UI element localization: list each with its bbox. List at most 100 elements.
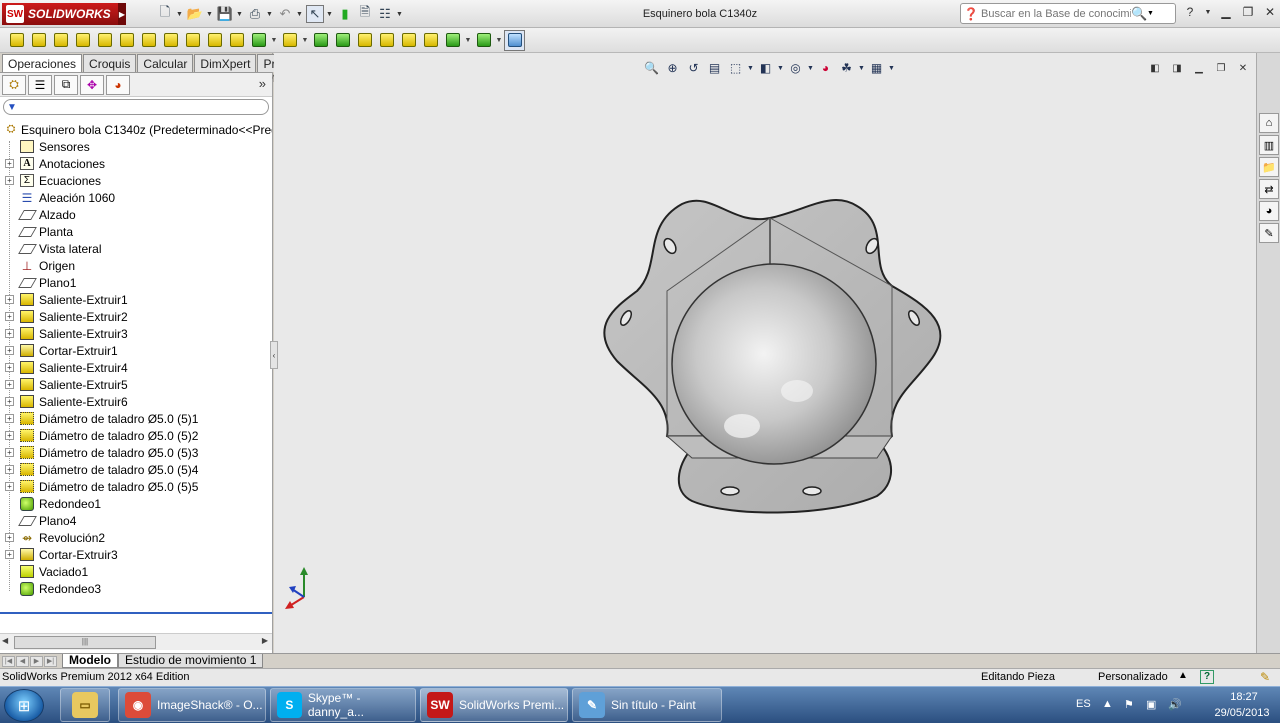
taskbar-window-button[interactable]: ◉ ImageShack® - O... <box>118 688 266 722</box>
taskbar-window-button[interactable]: S Skype™ - danny_a... <box>270 688 416 722</box>
revolve-boss-icon[interactable] <box>28 30 49 51</box>
lofted-cut-icon[interactable] <box>204 30 225 51</box>
tree-item[interactable]: Plano1 <box>0 274 272 291</box>
tree-horizontal-scrollbar[interactable]: ◀ ||| ▶ <box>0 633 272 650</box>
zoom-to-fit-icon[interactable]: 🔍 <box>642 59 661 77</box>
tree-item[interactable]: + Cortar-Extruir1 <box>0 342 272 359</box>
expand-icon[interactable]: + <box>5 431 14 440</box>
configuration-manager-tab-icon[interactable]: ⧉ <box>54 74 78 95</box>
chevron-down-icon[interactable]: ▼ <box>326 11 334 18</box>
chevron-down-icon[interactable]: ▼ <box>858 59 865 77</box>
chevron-up-icon[interactable]: ▲ <box>1178 670 1188 681</box>
chevron-down-icon[interactable]: ▼ <box>464 37 472 44</box>
tree-item[interactable]: + Saliente-Extruir4 <box>0 359 272 376</box>
chevron-down-icon[interactable]: ▼ <box>236 11 244 18</box>
help-status-icon[interactable]: ? <box>1200 670 1214 684</box>
restore-icon[interactable]: ❐ <box>1240 4 1256 20</box>
scroll-left-icon[interactable]: ◀ <box>2 636 8 645</box>
split-right-icon[interactable]: ◨ <box>1170 61 1184 75</box>
tree-item[interactable]: Redondeo3 <box>0 580 272 597</box>
boundary-cut-icon[interactable] <box>226 30 247 51</box>
reference-geometry-icon[interactable] <box>442 30 463 51</box>
menu-expand-icon[interactable]: ▶ <box>118 3 126 25</box>
search-icon[interactable]: 🔍 <box>1131 6 1147 22</box>
feature-manager-tab-icon[interactable]: ⛭ <box>2 74 26 95</box>
panel-collapse-handle[interactable]: ‹ <box>270 341 278 369</box>
chevron-down-icon[interactable]: ▼ <box>888 59 895 77</box>
expand-icon[interactable]: + <box>5 380 14 389</box>
chevron-down-icon[interactable]: ▼ <box>206 11 214 18</box>
display-style-icon[interactable]: ◧ <box>756 59 775 77</box>
section-view-icon[interactable]: ▤ <box>705 59 724 77</box>
tab-estudio-movimiento[interactable]: Estudio de movimiento 1 <box>118 654 264 668</box>
tree-item[interactable]: + Diámetro de taladro Ø5.0 (5)2 <box>0 427 272 444</box>
tree-item[interactable]: + Cortar-Extruir3 <box>0 546 272 563</box>
hole-wizard-icon[interactable] <box>138 30 159 51</box>
language-indicator[interactable]: ES <box>1076 698 1091 710</box>
print-icon[interactable]: ⎙ <box>246 5 264 23</box>
chevron-down-icon[interactable]: ▼ <box>495 37 503 44</box>
file-properties-icon[interactable]: 🗎 <box>356 4 374 23</box>
start-button[interactable]: ⊞ <box>4 689 44 722</box>
wrap-icon[interactable] <box>376 30 397 51</box>
help-icon[interactable]: ? <box>1182 4 1198 20</box>
tab-dimxpert[interactable]: DimXpert <box>194 54 257 72</box>
apply-scene-icon[interactable]: ☘ <box>837 59 856 77</box>
tree-item[interactable]: + Saliente-Extruir6 <box>0 393 272 410</box>
split-left-icon[interactable]: ◧ <box>1148 61 1162 75</box>
close-icon[interactable]: ✕ <box>1262 4 1278 20</box>
intersect-icon[interactable] <box>398 30 419 51</box>
tree-item[interactable]: ☰ Aleación 1060 <box>0 189 272 206</box>
chevron-down-icon[interactable]: ▼ <box>301 37 309 44</box>
file-explorer-icon[interactable]: 📁 <box>1259 157 1279 177</box>
options-icon[interactable]: ☷ <box>376 5 394 23</box>
close-icon[interactable]: ✕ <box>1236 61 1250 75</box>
clock-date[interactable]: 29/05/2013 <box>1202 707 1280 719</box>
volume-icon[interactable]: 🔊 <box>1168 698 1182 711</box>
scroll-right-icon[interactable]: ▶ <box>262 636 268 645</box>
loft-boss-icon[interactable] <box>72 30 93 51</box>
taskbar-window-button[interactable]: SW SolidWorks Premi... <box>420 688 568 722</box>
tree-item[interactable]: + Σ Ecuaciones <box>0 172 272 189</box>
undo-icon[interactable]: ↶ <box>276 5 294 23</box>
tab-modelo[interactable]: Modelo <box>62 654 118 668</box>
tree-item[interactable]: Plano4 <box>0 512 272 529</box>
tree-item[interactable]: Redondeo1 <box>0 495 272 512</box>
next-tab-icon[interactable]: ▶ <box>30 655 43 667</box>
minimize-icon[interactable]: ▁ <box>1218 4 1234 20</box>
draft-icon[interactable] <box>332 30 353 51</box>
tree-item[interactable]: Vista lateral <box>0 240 272 257</box>
tree-item[interactable]: Alzado <box>0 206 272 223</box>
tree-item[interactable]: + Saliente-Extruir5 <box>0 376 272 393</box>
expand-icon[interactable]: + <box>5 363 14 372</box>
view-palette-icon[interactable]: ⇄ <box>1259 179 1279 199</box>
tree-item[interactable]: + ⇴ Revolución2 <box>0 529 272 546</box>
tree-item[interactable]: + Saliente-Extruir1 <box>0 291 272 308</box>
tree-item[interactable]: + Diámetro de taladro Ø5.0 (5)5 <box>0 478 272 495</box>
expand-icon[interactable]: + <box>5 176 14 185</box>
appearances-icon[interactable]: ◕ <box>1259 201 1279 221</box>
property-manager-tab-icon[interactable]: ☰ <box>28 74 52 95</box>
new-document-icon[interactable]: 🗋 <box>156 4 174 23</box>
graphics-area[interactable]: ‹ 🔍 ⊕ ↺ ▤ ⬚ ▼ ◧ ▼ ◎ ▼ ◕ ☘ ▼ ▦ ▼ ◧ ◨ ▁ ❐ ✕ <box>270 53 1256 653</box>
rebuild-icon[interactable]: ▮ <box>336 5 354 23</box>
first-tab-icon[interactable]: |◀ <box>2 655 15 667</box>
rebuild-status-icon[interactable]: ✎ <box>1260 670 1270 684</box>
curves-icon[interactable] <box>473 30 494 51</box>
tree-item[interactable]: + A Anotaciones <box>0 155 272 172</box>
solidworks-resources-icon[interactable]: ⌂ <box>1259 113 1279 133</box>
custom-properties-icon[interactable]: ✎ <box>1259 223 1279 243</box>
save-icon[interactable]: 💾 <box>216 5 234 23</box>
expand-icon[interactable]: + <box>5 550 14 559</box>
tray-expand-icon[interactable]: ▲ <box>1102 698 1113 710</box>
extrude-boss-icon[interactable] <box>6 30 27 51</box>
design-library-icon[interactable]: ▥ <box>1259 135 1279 155</box>
shell-icon[interactable] <box>354 30 375 51</box>
chevron-down-icon[interactable]: ▼ <box>266 11 274 18</box>
rib-icon[interactable] <box>310 30 331 51</box>
tree-item[interactable]: + Diámetro de taladro Ø5.0 (5)1 <box>0 410 272 427</box>
view-settings-icon[interactable]: ▦ <box>867 59 886 77</box>
prev-tab-icon[interactable]: ◀ <box>16 655 29 667</box>
unit-system[interactable]: Personalizado <box>1098 671 1168 683</box>
linear-pattern-icon[interactable] <box>279 30 300 51</box>
